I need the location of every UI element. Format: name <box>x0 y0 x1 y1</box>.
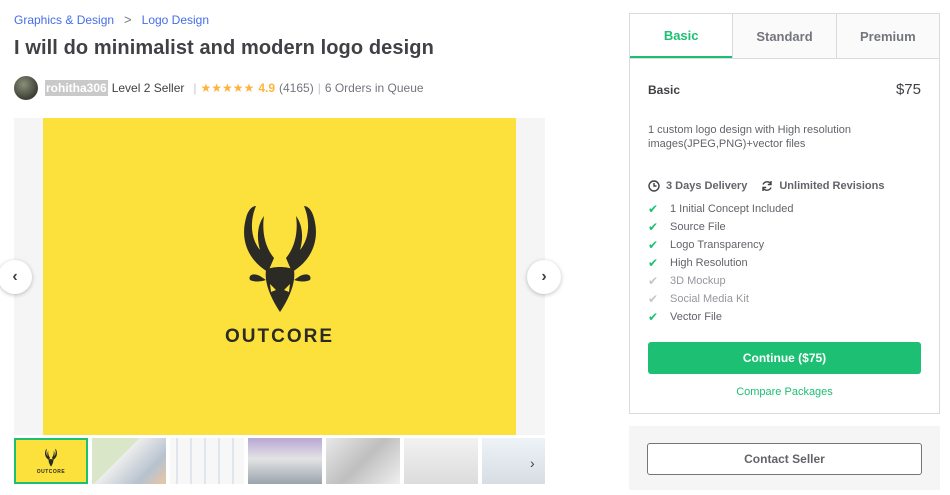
deer-logo-icon <box>243 205 316 312</box>
thumbnail[interactable]: OUTCORE <box>14 438 88 484</box>
clock-icon <box>648 180 660 192</box>
breadcrumb: Graphics & Design > Logo Design <box>14 12 209 27</box>
feature-item: ✔ 1 Initial Concept Included <box>648 200 921 218</box>
feature-list: ✔ 1 Initial Concept Included ✔ Source File… <box>648 200 921 326</box>
check-icon: ✔ <box>648 202 659 216</box>
feature-label: 1 Initial Concept Included <box>670 203 794 215</box>
tab-standard[interactable]: Standard <box>732 14 836 58</box>
check-icon: ✔ <box>648 220 659 234</box>
review-count-link[interactable]: (4165) <box>279 81 314 95</box>
tab-basic[interactable]: Basic <box>630 14 733 58</box>
feature-item: ✔ Logo Transparency <box>648 236 921 254</box>
thumbnail[interactable] <box>248 438 322 484</box>
feature-label: High Resolution <box>670 257 748 269</box>
thumbnail-brand-name: OUTCORE <box>36 468 66 475</box>
chevron-left-icon: ‹ <box>12 268 18 285</box>
gallery-main-image[interactable]: OUTCORE <box>43 118 516 435</box>
deer-logo-icon <box>45 448 57 467</box>
package-price: $75 <box>895 81 921 98</box>
rating-score: 4.9 <box>258 81 276 95</box>
contact-seller-button[interactable]: Contact Seller <box>647 443 922 475</box>
breadcrumb-subcategory-link[interactable]: Logo Design <box>142 13 209 27</box>
feature-item: ✔ Vector File <box>648 308 921 326</box>
feature-label: Logo Transparency <box>670 239 765 251</box>
feature-item: ✔ Source File <box>648 218 921 236</box>
package-name: Basic <box>648 82 681 97</box>
seller-overview: rohitha306 Level 2 Seller | ★★★★★ 4.9 (4… <box>14 76 424 100</box>
package-meta: 3 Days Delivery Unlimited Revisions <box>648 180 921 192</box>
thumbnail[interactable] <box>92 438 166 484</box>
seller-username-link[interactable]: rohitha306 <box>45 80 108 96</box>
feature-label: Social Media Kit <box>670 293 749 305</box>
thumbnail[interactable] <box>326 438 400 484</box>
seller-level: Level 2 Seller <box>111 81 185 95</box>
thumbnails-next-icon[interactable]: › <box>530 455 535 471</box>
check-icon: ✔ <box>648 310 659 324</box>
delivery-time: 3 Days Delivery <box>666 180 748 192</box>
gig-gallery: OUTCORE <box>14 118 545 435</box>
package-panel: Basic Standard Premium Basic $75 1 custo… <box>629 13 940 414</box>
contact-section: Contact Seller <box>629 426 940 490</box>
feature-item: ✔ Social Media Kit <box>648 290 921 308</box>
package-description: 1 custom logo design with High resolutio… <box>648 124 852 150</box>
feature-label: 3D Mockup <box>670 275 726 287</box>
gallery-thumbnails: OUTCORE <box>14 438 545 486</box>
feature-label: Source File <box>670 221 726 233</box>
tab-premium[interactable]: Premium <box>835 14 939 58</box>
feature-item: ✔ 3D Mockup <box>648 272 921 290</box>
revisions: Unlimited Revisions <box>779 180 885 192</box>
check-icon: ✔ <box>648 274 659 288</box>
continue-button[interactable]: Continue ($75) <box>648 342 921 374</box>
seller-avatar[interactable] <box>14 76 38 100</box>
refresh-icon <box>762 181 773 191</box>
thumbnail[interactable] <box>482 438 545 484</box>
feature-label: Vector File <box>670 311 722 323</box>
chevron-right-icon: › <box>541 268 547 285</box>
gig-title: I will do minimalist and modern logo des… <box>14 37 434 59</box>
check-icon: ✔ <box>648 292 659 306</box>
divider: | <box>317 81 321 95</box>
logo-brand-name: OUTCORE <box>225 325 334 347</box>
gallery-next-button[interactable]: › <box>527 260 561 294</box>
thumbnail[interactable] <box>170 438 244 484</box>
check-icon: ✔ <box>648 256 659 270</box>
compare-packages-link[interactable]: Compare Packages <box>648 386 921 398</box>
feature-item: ✔ High Resolution <box>648 254 921 272</box>
breadcrumb-category-link[interactable]: Graphics & Design <box>14 13 114 27</box>
orders-in-queue: 6 Orders in Queue <box>324 81 424 95</box>
check-icon: ✔ <box>648 238 659 252</box>
thumbnail[interactable] <box>404 438 478 484</box>
divider: | <box>193 81 197 95</box>
star-rating-icon: ★★★★★ <box>200 81 255 95</box>
chevron-right-icon: > <box>124 12 132 27</box>
package-tabs: Basic Standard Premium <box>630 14 939 59</box>
